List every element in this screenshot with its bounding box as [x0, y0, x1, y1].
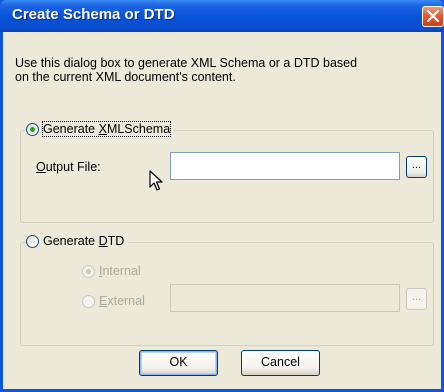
output-file-input[interactable]	[170, 152, 400, 180]
radio-unselected-icon	[26, 234, 39, 248]
mouse-cursor-icon	[149, 170, 163, 191]
radio-disabled-icon	[82, 294, 95, 308]
external-label: External	[99, 294, 145, 308]
title-bar[interactable]: Create Schema or DTD	[0, 0, 444, 32]
output-browse-button[interactable]: ...	[406, 156, 427, 178]
output-file-label: Output File:	[36, 160, 101, 174]
window-title: Create Schema or DTD	[12, 6, 175, 23]
intro-line-1: Use this dialog box to generate XML Sche…	[15, 56, 358, 70]
close-button[interactable]	[422, 6, 444, 27]
external-radio[interactable]: External	[82, 294, 149, 308]
cancel-button[interactable]: Cancel	[241, 350, 320, 376]
generate-xmlschema-label: Generate XMLSchema	[41, 121, 172, 137]
dialog-window: Create Schema or DTD Use this dialog box…	[0, 0, 444, 392]
radio-disabled-selected-icon	[82, 264, 95, 278]
internal-radio[interactable]: Internal	[82, 264, 145, 278]
external-file-input[interactable]	[170, 284, 400, 312]
external-browse-button[interactable]: ...	[406, 288, 427, 310]
generate-dtd-radio[interactable]: Generate DTD	[26, 234, 129, 248]
generate-dtd-label: Generate DTD	[43, 234, 125, 248]
intro-line-2: on the current XML document's content.	[15, 70, 236, 84]
generate-xmlschema-radio[interactable]: Generate XMLSchema	[26, 121, 175, 137]
radio-selected-icon	[26, 122, 39, 136]
close-icon	[427, 10, 439, 22]
ok-button[interactable]: OK	[139, 350, 218, 376]
internal-label: Internal	[99, 264, 141, 278]
intro-text: Use this dialog box to generate XML Sche…	[15, 56, 425, 84]
dialog-body: Use this dialog box to generate XML Sche…	[3, 32, 441, 389]
